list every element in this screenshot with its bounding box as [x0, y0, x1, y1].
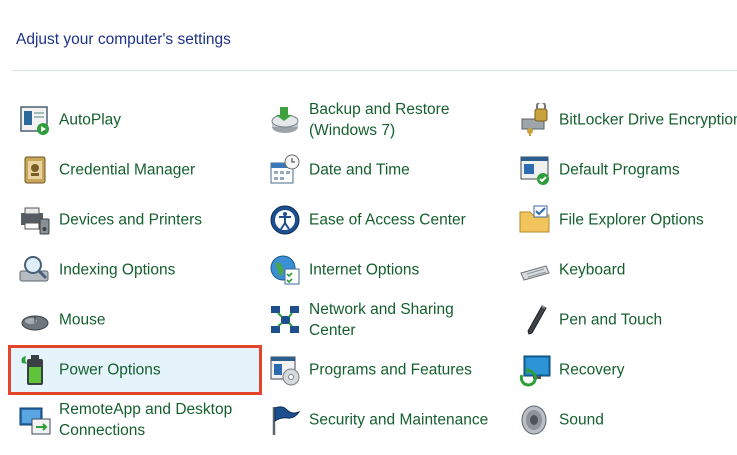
item-date-time[interactable]: Date and Time — [260, 147, 510, 193]
security-maintenance-icon — [268, 403, 302, 437]
remoteapp-icon — [18, 403, 52, 437]
item-label: Credential Manager — [59, 161, 196, 179]
mouse-icon — [18, 303, 52, 337]
item-default-programs[interactable]: Default Programs — [510, 147, 737, 193]
item-security-maintenance[interactable]: Security and Maintenance — [260, 397, 510, 443]
bitlocker-icon — [518, 103, 552, 137]
item-label: Pen and Touch — [559, 311, 663, 329]
item-label: Date and Time — [309, 161, 410, 179]
ease-of-access-icon — [268, 203, 302, 237]
item-credential-manager[interactable]: Credential Manager — [10, 147, 260, 193]
autoplay-icon — [18, 103, 52, 137]
item-label: Indexing Options — [59, 261, 176, 279]
item-programs-features[interactable]: Programs and Features — [260, 347, 510, 393]
indexing-options-icon — [18, 253, 52, 287]
item-label: File Explorer Options — [559, 211, 704, 229]
recovery-icon — [518, 353, 552, 387]
item-internet-options[interactable]: Internet Options — [260, 247, 510, 293]
item-mouse[interactable]: Mouse — [10, 297, 260, 343]
item-label: Sound — [559, 411, 604, 429]
network-sharing-icon — [268, 303, 302, 337]
internet-options-icon — [268, 253, 302, 287]
programs-features-icon — [268, 353, 302, 387]
item-remoteapp[interactable]: RemoteApp and Desktop Connections — [10, 397, 260, 443]
item-label: Power Options — [59, 361, 161, 379]
item-bitlocker[interactable]: BitLocker Drive Encryption — [510, 97, 737, 143]
power-options-icon — [18, 353, 52, 387]
item-devices-printers[interactable]: Devices and Printers — [10, 197, 260, 243]
item-label: Recovery — [559, 361, 625, 379]
item-keyboard[interactable]: Keyboard — [510, 247, 737, 293]
item-label: Internet Options — [309, 261, 420, 279]
item-label: Devices and Printers — [59, 211, 203, 229]
divider — [12, 70, 737, 71]
devices-printers-icon — [18, 203, 52, 237]
item-sound[interactable]: Sound — [510, 397, 737, 443]
keyboard-icon — [518, 253, 552, 287]
item-label: AutoPlay — [59, 111, 122, 129]
item-label: RemoteApp and Desktop Connections — [59, 401, 233, 439]
item-network-sharing[interactable]: Network and Sharing Center — [260, 297, 510, 343]
item-recovery[interactable]: Recovery — [510, 347, 737, 393]
pen-touch-icon — [518, 303, 552, 337]
item-label: Programs and Features — [309, 361, 472, 379]
default-programs-icon — [518, 153, 552, 187]
item-label: Ease of Access Center — [309, 211, 466, 229]
item-backup-restore[interactable]: Backup and Restore (Windows 7) — [260, 97, 510, 143]
item-label: Mouse — [59, 311, 106, 329]
item-label: Security and Maintenance — [309, 411, 489, 429]
page-title: Adjust your computer's settings — [16, 31, 231, 48]
item-label: Default Programs — [559, 161, 680, 179]
item-label: Keyboard — [559, 261, 626, 279]
date-time-icon — [268, 153, 302, 187]
item-label: Network and Sharing Center — [309, 301, 454, 339]
item-label: Backup and Restore (Windows 7) — [309, 101, 450, 139]
item-autoplay[interactable]: AutoPlay — [10, 97, 260, 143]
credential-manager-icon — [18, 153, 52, 187]
item-pen-touch[interactable]: Pen and Touch — [510, 297, 737, 343]
item-indexing-options[interactable]: Indexing Options — [10, 247, 260, 293]
item-ease-of-access[interactable]: Ease of Access Center — [260, 197, 510, 243]
item-label: BitLocker Drive Encryption — [559, 111, 737, 129]
item-file-explorer-options[interactable]: File Explorer Options — [510, 197, 737, 243]
backup-restore-icon — [268, 103, 302, 137]
file-explorer-options-icon — [518, 203, 552, 237]
sound-icon — [518, 403, 552, 437]
item-power-options[interactable]: Power Options — [8, 345, 262, 395]
